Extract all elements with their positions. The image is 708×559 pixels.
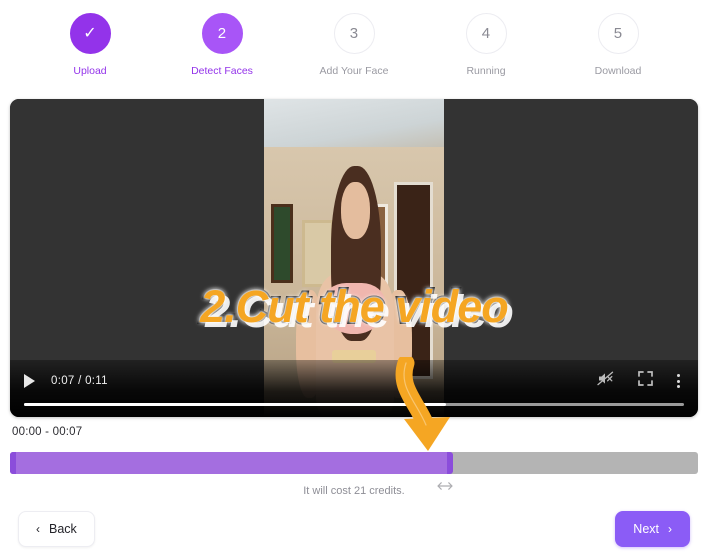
step-add-your-face-circle: 3: [333, 13, 375, 54]
step-add-your-face[interactable]: 3 Add Your Face: [311, 13, 397, 77]
back-button[interactable]: ‹ Back: [18, 511, 95, 547]
step-download-circle: 5: [597, 13, 639, 54]
wizard-stepper: ✓ Upload 2 Detect Faces 3 Add Your Face …: [0, 0, 708, 90]
video-progress-fill: [24, 403, 447, 406]
video-controls-bar: 0:07 / 0:11: [10, 360, 698, 417]
video-player[interactable]: 2.Cut the video 0:07 / 0:11: [10, 99, 698, 417]
upload-wizard-page: ✓ Upload 2 Detect Faces 3 Add Your Face …: [0, 0, 708, 559]
video-controls-right: [597, 371, 684, 391]
step-add-your-face-label: Add Your Face: [319, 65, 389, 77]
more-options-icon[interactable]: [677, 374, 680, 388]
credits-cost-note: It will cost 21 credits.: [303, 485, 405, 497]
step-detect-faces-label: Detect Faces: [191, 65, 253, 77]
scene-picture-left: [271, 203, 293, 284]
video-progress-bar[interactable]: [24, 403, 684, 406]
step-detect-faces[interactable]: 2 Detect Faces: [179, 13, 265, 77]
step-detect-faces-circle: 2: [201, 13, 243, 54]
trim-handle-start[interactable]: [10, 452, 16, 474]
scene-person-top: [323, 283, 385, 335]
step-upload-label: Upload: [73, 65, 107, 77]
step-upload[interactable]: ✓ Upload: [47, 13, 133, 77]
muted-volume-icon[interactable]: [597, 371, 614, 391]
trim-range-slider[interactable]: [10, 452, 698, 474]
step-download[interactable]: 5 Download: [575, 13, 661, 77]
scene-ceiling: [264, 99, 444, 154]
back-button-label: Back: [49, 522, 77, 536]
next-button[interactable]: Next ›: [615, 511, 690, 547]
check-icon: ✓: [83, 24, 97, 42]
scene-person-face: [341, 181, 371, 239]
video-controls-row: 0:07 / 0:11: [10, 368, 698, 394]
step-running-circle: 4: [465, 13, 507, 54]
video-controls-left: 0:07 / 0:11: [24, 374, 108, 388]
next-button-label: Next: [633, 522, 659, 536]
wizard-footer: ‹ Back Next ›: [0, 505, 708, 553]
video-time-display: 0:07 / 0:11: [51, 375, 108, 387]
step-download-label: Download: [594, 65, 642, 77]
step-upload-circle: ✓: [69, 13, 111, 54]
play-icon[interactable]: [24, 374, 35, 388]
chevron-left-icon: ‹: [36, 522, 40, 536]
trim-handle-end[interactable]: [447, 452, 454, 474]
fullscreen-icon[interactable]: [638, 371, 653, 391]
step-running[interactable]: 4 Running: [443, 13, 529, 77]
trim-range-label: 00:00 - 00:07: [12, 426, 83, 438]
step-running-label: Running: [466, 65, 506, 77]
trim-selected-region[interactable]: [10, 452, 454, 474]
chevron-right-icon: ›: [668, 522, 672, 536]
